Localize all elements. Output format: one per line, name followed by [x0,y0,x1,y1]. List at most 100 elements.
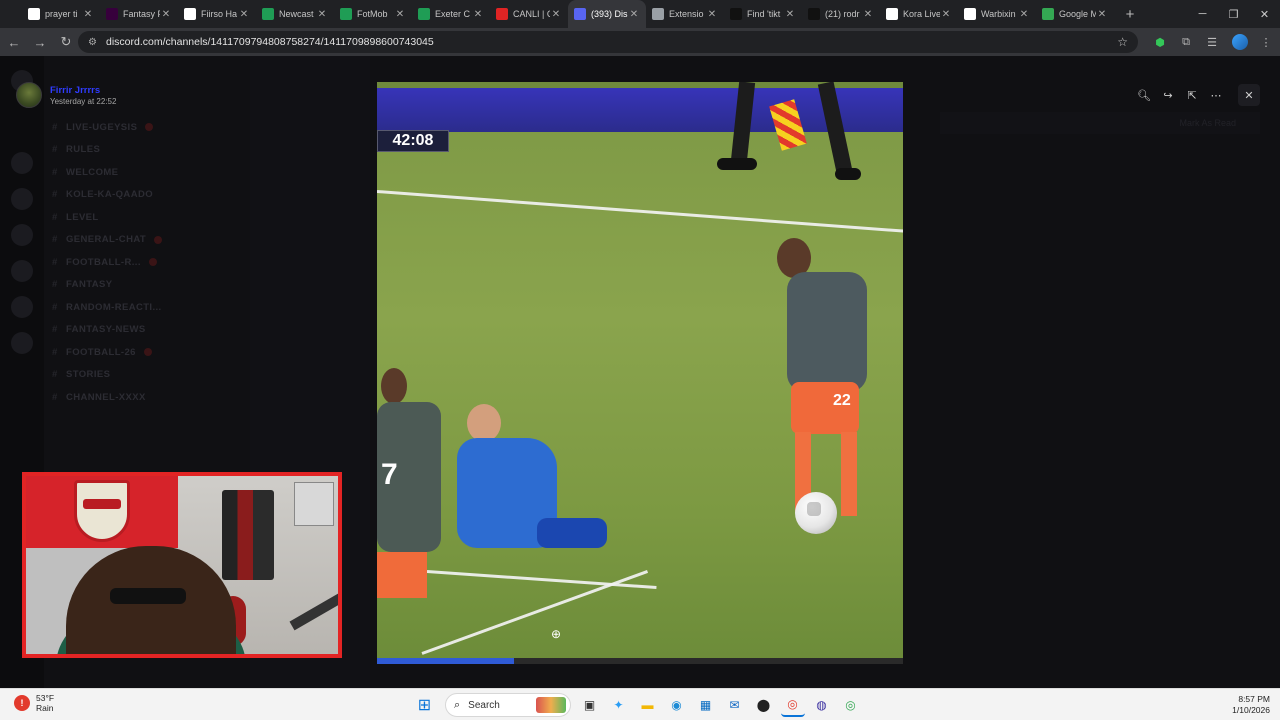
file-explorer-icon[interactable]: ▬ [636,693,660,717]
channel-item[interactable]: # CHANNEL-XXXX [44,386,244,409]
bookmark-star-icon[interactable]: ☆ [1117,35,1128,49]
tab-label: CANLI | C [513,9,550,19]
streaming-app-icon[interactable]: ⬤ [752,693,776,717]
channel-item[interactable]: # WELCOME [44,161,244,184]
browser-tab[interactable]: Fiirso Ha ✕ [178,0,256,28]
channel-item[interactable]: # FOOTBALL-R... [44,251,244,274]
open-external-icon[interactable]: ⇱ [1180,84,1204,106]
player-grey-kit-left: 7 [377,368,447,664]
browser-tab[interactable]: Extensio ✕ [646,0,724,28]
browser-tab[interactable]: prayer ti ✕ [22,0,100,28]
task-view-icon[interactable]: ▣ [578,693,602,717]
windows-start-icon[interactable]: ⊞ [413,693,437,717]
tab-close-icon[interactable]: ✕ [1096,9,1108,20]
tab-close-icon[interactable]: ✕ [784,9,796,20]
tab-close-icon[interactable]: ✕ [82,9,94,20]
tab-label: (393) Dis [591,9,628,19]
browser-tab[interactable]: Exeter C ✕ [412,0,490,28]
obs-icon[interactable]: ◍ [810,693,834,717]
video-progress-bar[interactable] [377,658,903,664]
address-bar[interactable]: ⚙ discord.com/channels/14117097948087582… [78,31,1138,53]
copilot-icon[interactable]: ✦ [607,693,631,717]
browser-tab[interactable]: Warbixin ✕ [958,0,1036,28]
close-icon[interactable]: ✕ [1238,84,1260,106]
profile-avatar[interactable] [1232,34,1248,50]
channel-item[interactable]: # FANTASY [44,274,244,297]
server-icon[interactable] [11,296,33,318]
channel-item[interactable]: # KOLE-KA-QAADO [44,184,244,207]
channel-item[interactable]: # RULES [44,139,244,162]
store-icon[interactable]: ▦ [694,693,718,717]
taskbar-search[interactable]: ⌕ Search [445,693,571,717]
tab-close-icon[interactable]: ✕ [394,9,406,20]
tab-close-icon[interactable]: ✕ [472,9,484,20]
tab-close-icon[interactable]: ✕ [238,9,250,20]
zoom-in-icon[interactable]: 🔍︎ [1132,84,1156,106]
outlook-icon[interactable]: ✉ [723,693,747,717]
browser-tab[interactable]: (393) Dis ✕ [568,0,646,28]
football [795,492,837,534]
tab-close-icon[interactable]: ✕ [550,9,562,20]
browser-tab[interactable]: CANLI | C ✕ [490,0,568,28]
tab-close-icon[interactable]: ✕ [316,9,328,20]
reading-list-icon[interactable]: ☰ [1200,30,1224,54]
browser-tab[interactable]: Newcast ✕ [256,0,334,28]
share-arrow-icon[interactable]: ↪ [1156,84,1180,106]
channel-item[interactable]: # FANTASY-NEWS [44,319,244,342]
ellipsis-icon[interactable]: ⋯ [1204,84,1228,106]
browser-tab[interactable]: (21) rodr ✕ [802,0,880,28]
channel-item[interactable]: # RANDOM-REACTI... [44,296,244,319]
browser-tab[interactable]: FotMob ✕ [334,0,412,28]
server-icon[interactable] [11,152,33,174]
channel-item[interactable]: # LIVE-UGEYSIS [44,116,244,139]
restore-icon[interactable]: ❐ [1218,0,1249,28]
mark-read-link[interactable]: Mark As Read [1179,118,1236,128]
video-player[interactable]: 42:08 22 7 [377,82,903,664]
weather-widget[interactable]: ! 53°F Rain [14,693,54,713]
forward-icon[interactable]: → [28,30,52,54]
channel-item[interactable]: # STORIES [44,364,244,387]
browser-menu-icon[interactable]: ⋮ [1254,30,1278,54]
chrome-profile-icon[interactable]: ◎ [839,693,863,717]
tab-close-icon[interactable]: ✕ [706,9,718,20]
channel-item[interactable]: # FOOTBALL-26 [44,341,244,364]
unread-badge [154,235,163,244]
edge-icon[interactable]: ◉ [665,693,689,717]
server-icon[interactable] [11,332,33,354]
server-icon[interactable] [11,224,33,246]
tab-close-icon[interactable]: ✕ [862,9,874,20]
close-window-icon[interactable]: ✕ [1249,0,1280,28]
channel-hash-icon: # [52,189,58,201]
channel-hash-icon: # [52,369,58,381]
server-icon[interactable] [11,260,33,282]
url-text[interactable]: discord.com/channels/1411709794808758274… [106,36,434,48]
site-info-icon[interactable]: ⚙ [88,37,100,48]
poster-username[interactable]: Firrir Jrrrrs [50,85,116,97]
webcam-overlay [22,472,342,658]
reload-icon[interactable]: ↻ [54,30,78,54]
browser-tab[interactable]: Google M ✕ [1036,0,1114,28]
unread-bar: Mark As Read [940,112,1260,134]
server-icon[interactable] [11,188,33,210]
new-tab-button[interactable]: + [1118,6,1142,23]
channel-item[interactable]: # LEVEL [44,206,244,229]
browser-tab[interactable]: Find 'tikt ✕ [724,0,802,28]
tab-close-icon[interactable]: ✕ [1018,9,1030,20]
tab-label: (21) rodr [825,9,860,19]
tab-close-icon[interactable]: ✕ [628,9,640,20]
tab-close-icon[interactable]: ✕ [940,9,952,20]
channel-item[interactable]: # GENERAL-CHAT [44,229,244,252]
shield-extension-icon[interactable]: ⬢ [1148,30,1172,54]
system-clock[interactable]: 8:57 PM 1/10/2026 [1232,694,1270,716]
chrome-icon[interactable]: ◎ [780,693,805,717]
minimize-icon[interactable]: ─ [1187,0,1218,28]
browser-tab[interactable]: Kora Live ✕ [880,0,958,28]
browser-tab[interactable]: Fantasy P ✕ [100,0,178,28]
extensions-puzzle-icon[interactable]: ⧉ [1174,30,1198,54]
poster-avatar[interactable] [16,82,42,108]
back-icon[interactable]: ← [2,30,26,54]
channel-hash-icon: # [52,121,58,133]
channel-name: RANDOM-REACTI... [66,301,162,313]
tab-close-icon[interactable]: ✕ [160,9,172,20]
tab-list: prayer ti ✕ Fantasy P ✕ Fiirso Ha ✕ Newcast ✕ Fo… [22,0,1114,28]
